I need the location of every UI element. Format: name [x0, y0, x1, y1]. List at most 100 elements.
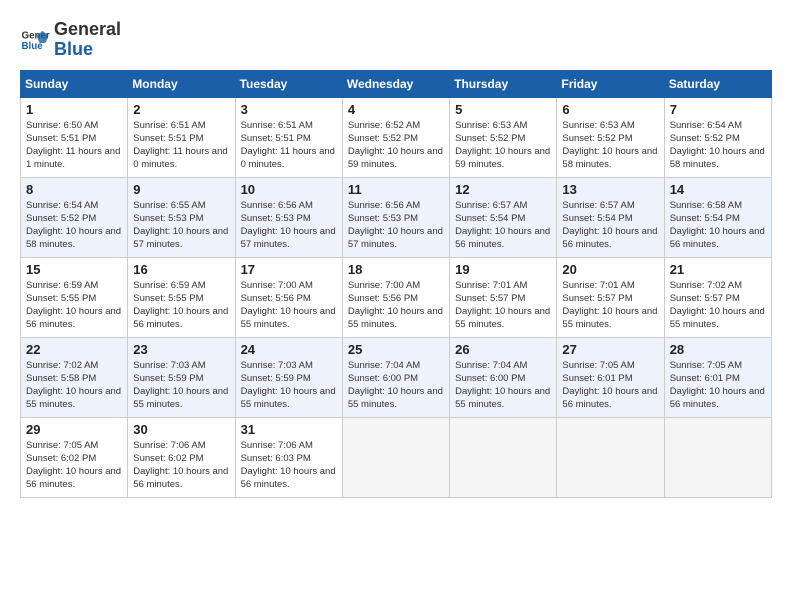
day-info: Sunrise: 7:00 AMSunset: 5:56 PMDaylight:…	[241, 279, 337, 332]
header-friday: Friday	[557, 70, 664, 97]
calendar-week-row: 29 Sunrise: 7:05 AMSunset: 6:02 PMDayligh…	[21, 417, 772, 497]
page-header: General Blue General Blue	[20, 20, 772, 60]
day-number: 5	[455, 102, 551, 117]
day-number: 29	[26, 422, 122, 437]
calendar-day-cell: 8Sunrise: 6:54 AMSunset: 5:52 PMDaylight…	[21, 177, 128, 257]
day-info: Sunrise: 6:54 AMSunset: 5:52 PMDaylight:…	[26, 199, 122, 252]
day-number: 15	[26, 262, 122, 277]
calendar-header-row: Sunday Monday Tuesday Wednesday Thursday…	[21, 70, 772, 97]
day-info: Sunrise: 6:57 AMSunset: 5:54 PMDaylight:…	[562, 199, 658, 252]
calendar-day-cell: 15Sunrise: 6:59 AMSunset: 5:55 PMDayligh…	[21, 257, 128, 337]
day-info: Sunrise: 6:57 AMSunset: 5:54 PMDaylight:…	[455, 199, 551, 252]
header-tuesday: Tuesday	[235, 70, 342, 97]
day-number: 26	[455, 342, 551, 357]
day-info: Sunrise: 7:05 AMSunset: 6:02 PMDaylight:…	[26, 439, 122, 492]
header-monday: Monday	[128, 70, 235, 97]
day-number: 17	[241, 262, 337, 277]
day-info: Sunrise: 7:05 AMSunset: 6:01 PMDaylight:…	[562, 359, 658, 412]
day-info: Sunrise: 7:06 AMSunset: 6:03 PMDaylight:…	[241, 439, 337, 492]
day-info: Sunrise: 6:56 AMSunset: 5:53 PMDaylight:…	[241, 199, 337, 252]
calendar-day-cell: 19 Sunrise: 7:01 AMSunset: 5:57 PMDayligh…	[450, 257, 557, 337]
day-info: Sunrise: 6:53 AMSunset: 5:52 PMDaylight:…	[562, 119, 658, 172]
day-number: 25	[348, 342, 444, 357]
calendar-day-cell: 3 Sunrise: 6:51 AMSunset: 5:51 PMDaylight…	[235, 97, 342, 177]
calendar-day-cell: 6 Sunrise: 6:53 AMSunset: 5:52 PMDaylight…	[557, 97, 664, 177]
day-info: Sunrise: 6:59 AMSunset: 5:55 PMDaylight:…	[133, 279, 229, 332]
day-number: 18	[348, 262, 444, 277]
day-info: Sunrise: 7:06 AMSunset: 6:02 PMDaylight:…	[133, 439, 229, 492]
calendar-day-cell: 31Sunrise: 7:06 AMSunset: 6:03 PMDayligh…	[235, 417, 342, 497]
day-number: 27	[562, 342, 658, 357]
header-thursday: Thursday	[450, 70, 557, 97]
day-number: 16	[133, 262, 229, 277]
day-number: 19	[455, 262, 551, 277]
logo: General Blue General Blue	[20, 20, 121, 60]
calendar-day-cell: 28 Sunrise: 7:05 AMSunset: 6:01 PMDayligh…	[664, 337, 771, 417]
day-number: 10	[241, 182, 337, 197]
calendar-day-cell: 12 Sunrise: 6:57 AMSunset: 5:54 PMDayligh…	[450, 177, 557, 257]
calendar-day-cell: 10 Sunrise: 6:56 AMSunset: 5:53 PMDayligh…	[235, 177, 342, 257]
calendar-day-cell: 17 Sunrise: 7:00 AMSunset: 5:56 PMDayligh…	[235, 257, 342, 337]
day-info: Sunrise: 6:58 AMSunset: 5:54 PMDaylight:…	[670, 199, 766, 252]
day-number: 2	[133, 102, 229, 117]
calendar-day-cell: 2 Sunrise: 6:51 AMSunset: 5:51 PMDaylight…	[128, 97, 235, 177]
calendar-day-cell: 9 Sunrise: 6:55 AMSunset: 5:53 PMDaylight…	[128, 177, 235, 257]
header-wednesday: Wednesday	[342, 70, 449, 97]
header-sunday: Sunday	[21, 70, 128, 97]
calendar-day-cell: 26 Sunrise: 7:04 AMSunset: 6:00 PMDayligh…	[450, 337, 557, 417]
day-number: 22	[26, 342, 122, 357]
calendar-day-cell: 24Sunrise: 7:03 AMSunset: 5:59 PMDayligh…	[235, 337, 342, 417]
calendar-day-cell: 22 Sunrise: 7:02 AMSunset: 5:58 PMDayligh…	[21, 337, 128, 417]
calendar-week-row: 8Sunrise: 6:54 AMSunset: 5:52 PMDaylight…	[21, 177, 772, 257]
day-info: Sunrise: 7:01 AMSunset: 5:57 PMDaylight:…	[455, 279, 551, 332]
header-saturday: Saturday	[664, 70, 771, 97]
day-info: Sunrise: 6:52 AMSunset: 5:52 PMDaylight:…	[348, 119, 444, 172]
day-number: 21	[670, 262, 766, 277]
day-info: Sunrise: 7:02 AMSunset: 5:58 PMDaylight:…	[26, 359, 122, 412]
calendar-day-cell: 29 Sunrise: 7:05 AMSunset: 6:02 PMDayligh…	[21, 417, 128, 497]
day-number: 20	[562, 262, 658, 277]
calendar-day-cell	[664, 417, 771, 497]
calendar-day-cell: 14 Sunrise: 6:58 AMSunset: 5:54 PMDayligh…	[664, 177, 771, 257]
day-info: Sunrise: 7:03 AMSunset: 5:59 PMDaylight:…	[241, 359, 337, 412]
day-info: Sunrise: 6:50 AMSunset: 5:51 PMDaylight:…	[26, 119, 122, 172]
day-info: Sunrise: 6:53 AMSunset: 5:52 PMDaylight:…	[455, 119, 551, 172]
calendar-day-cell: 27 Sunrise: 7:05 AMSunset: 6:01 PMDayligh…	[557, 337, 664, 417]
day-info: Sunrise: 6:51 AMSunset: 5:51 PMDaylight:…	[241, 119, 337, 172]
day-info: Sunrise: 7:05 AMSunset: 6:01 PMDaylight:…	[670, 359, 766, 412]
calendar-day-cell	[450, 417, 557, 497]
calendar-table: Sunday Monday Tuesday Wednesday Thursday…	[20, 70, 772, 498]
calendar-day-cell: 11Sunrise: 6:56 AMSunset: 5:53 PMDayligh…	[342, 177, 449, 257]
day-number: 3	[241, 102, 337, 117]
calendar-week-row: 15 Sunrise: 6:59 AMSunset: 5:55 PMDayligh…	[21, 257, 772, 337]
day-number: 14	[670, 182, 766, 197]
day-info: Sunrise: 6:51 AMSunset: 5:51 PMDaylight:…	[133, 119, 229, 172]
day-info: Sunrise: 7:04 AMSunset: 6:00 PMDaylight:…	[455, 359, 551, 412]
day-number: 4	[348, 102, 444, 117]
day-info: Sunrise: 7:03 AMSunset: 5:59 PMDaylight:…	[133, 359, 229, 412]
day-info: Sunrise: 7:01 AMSunset: 5:57 PMDaylight:…	[562, 279, 658, 332]
calendar-week-row: 22 Sunrise: 7:02 AMSunset: 5:58 PMDayligh…	[21, 337, 772, 417]
calendar-day-cell: 16 Sunrise: 6:59 AMSunset: 5:55 PMDayligh…	[128, 257, 235, 337]
day-number: 9	[133, 182, 229, 197]
calendar-day-cell: 21Sunrise: 7:02 AMSunset: 5:57 PMDayligh…	[664, 257, 771, 337]
logo-icon: General Blue	[20, 25, 50, 55]
day-info: Sunrise: 7:00 AMSunset: 5:56 PMDaylight:…	[348, 279, 444, 332]
day-info: Sunrise: 6:56 AMSunset: 5:53 PMDaylight:…	[348, 199, 444, 252]
day-number: 28	[670, 342, 766, 357]
calendar-day-cell: 13 Sunrise: 6:57 AMSunset: 5:54 PMDayligh…	[557, 177, 664, 257]
calendar-day-cell: 18 Sunrise: 7:00 AMSunset: 5:56 PMDayligh…	[342, 257, 449, 337]
day-number: 6	[562, 102, 658, 117]
day-number: 1	[26, 102, 122, 117]
day-info: Sunrise: 6:54 AMSunset: 5:52 PMDaylight:…	[670, 119, 766, 172]
calendar-day-cell: 23Sunrise: 7:03 AMSunset: 5:59 PMDayligh…	[128, 337, 235, 417]
calendar-day-cell: 25Sunrise: 7:04 AMSunset: 6:00 PMDayligh…	[342, 337, 449, 417]
calendar-day-cell: 20 Sunrise: 7:01 AMSunset: 5:57 PMDayligh…	[557, 257, 664, 337]
logo-text: General Blue	[54, 20, 121, 60]
day-number: 7	[670, 102, 766, 117]
day-info: Sunrise: 6:55 AMSunset: 5:53 PMDaylight:…	[133, 199, 229, 252]
day-number: 12	[455, 182, 551, 197]
day-number: 13	[562, 182, 658, 197]
calendar-day-cell	[342, 417, 449, 497]
calendar-week-row: 1 Sunrise: 6:50 AMSunset: 5:51 PMDaylight…	[21, 97, 772, 177]
